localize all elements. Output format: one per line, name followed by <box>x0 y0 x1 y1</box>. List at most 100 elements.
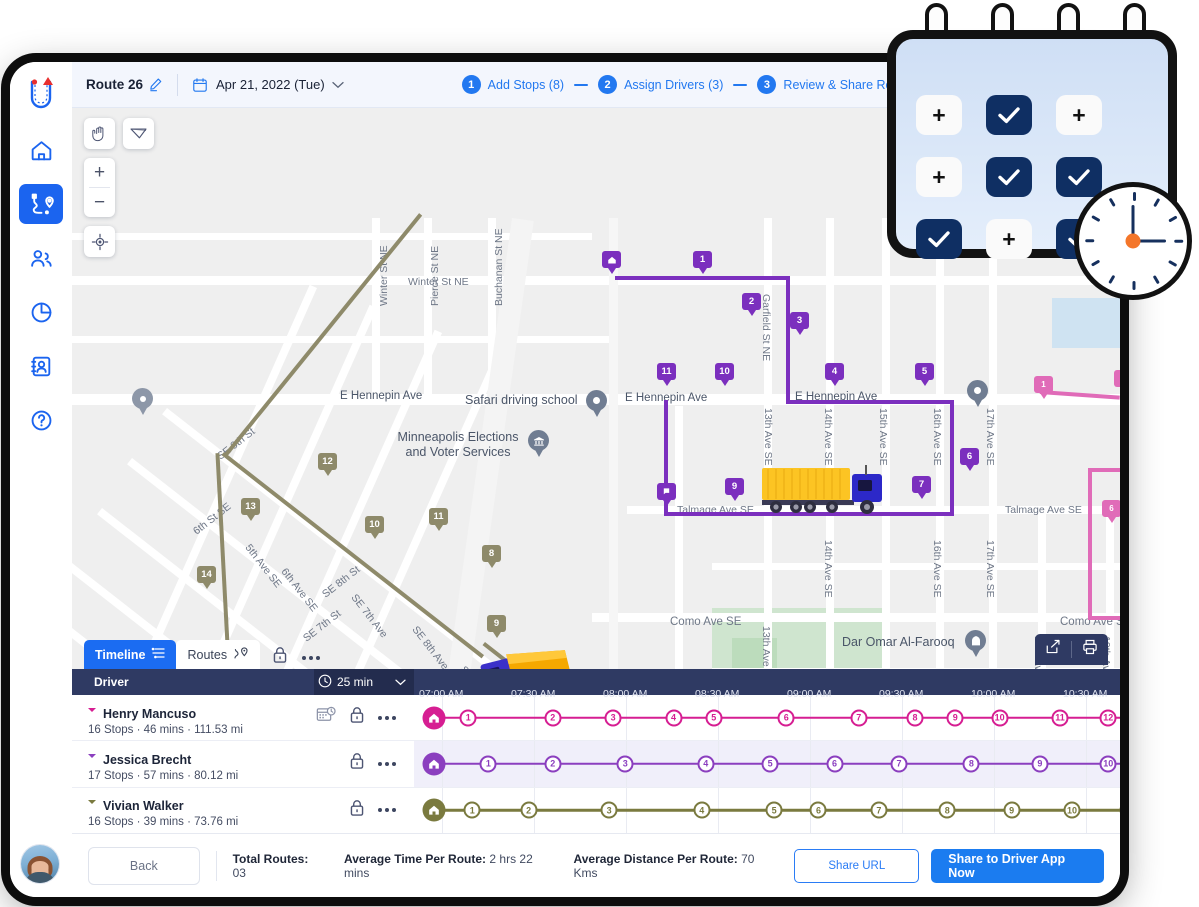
timeline-stop-node[interactable]: 6 <box>777 709 795 727</box>
sidebar-item-team[interactable] <box>19 238 63 278</box>
more-horizontal-icon[interactable] <box>378 808 396 813</box>
panel-lock-icon[interactable] <box>272 646 288 664</box>
locate-me-button[interactable] <box>84 226 115 257</box>
calendar-clock-icon[interactable] <box>316 706 336 730</box>
tab-routes[interactable]: Routes <box>176 640 261 669</box>
poi-safari-driving-school[interactable] <box>586 390 607 417</box>
share-to-driver-app-button[interactable]: Share to Driver App Now <box>931 848 1105 883</box>
zoom-in-button[interactable]: + <box>84 158 115 187</box>
map-marker-pink-1[interactable]: 1 <box>1034 376 1053 399</box>
lasso-select-button[interactable] <box>123 118 154 149</box>
timeline-stop-node[interactable]: 4 <box>697 755 715 773</box>
timeline-stop-node[interactable]: 5 <box>705 709 723 727</box>
timeline-stop-node[interactable]: 5 <box>761 755 779 773</box>
date-selector-label[interactable]: Apr 21, 2022 (Tue) <box>216 77 325 92</box>
sidebar-item-contacts[interactable] <box>19 346 63 386</box>
sidebar-item-home[interactable] <box>19 130 63 170</box>
map-marker-1[interactable]: 1 <box>693 251 712 274</box>
map-marker-14[interactable]: 14 <box>197 566 216 589</box>
share-url-button[interactable]: Share URL <box>794 848 920 883</box>
map-marker-8[interactable]: 8 <box>482 545 501 568</box>
timeline-home-node[interactable] <box>422 706 446 730</box>
map-marker-4[interactable]: 4 <box>825 363 844 386</box>
timeline-stop-node[interactable]: 9 <box>1031 755 1049 773</box>
poi-dar-omar[interactable] <box>965 630 986 657</box>
timeline-home-node[interactable] <box>422 752 446 776</box>
back-button[interactable]: Back <box>88 846 200 885</box>
table-row[interactable]: Henry Mancuso 16 Stops · 46 mins · 111.5… <box>72 695 1120 742</box>
map-marker-pink-2[interactable]: 2 <box>1114 370 1120 393</box>
step-add-stops[interactable]: 1 Add Stops (8) <box>461 75 564 94</box>
timeline-stop-node[interactable]: 9 <box>1003 801 1021 819</box>
table-row[interactable]: Vivian Walker 16 Stops · 39 mins · 73.76… <box>72 787 1120 833</box>
zoom-out-button[interactable]: − <box>84 188 115 217</box>
timeline-stop-node[interactable]: 7 <box>850 709 868 727</box>
pan-tool-button[interactable] <box>84 118 115 149</box>
duration-selector[interactable]: 25 min <box>314 669 414 695</box>
poi-generic[interactable] <box>132 388 153 415</box>
map-marker-11[interactable]: 11 <box>657 363 676 386</box>
tab-timeline[interactable]: Timeline <box>84 640 177 669</box>
timeline-stop-node[interactable]: 2 <box>544 755 562 773</box>
timeline-stop-node[interactable]: 11 <box>1051 709 1069 727</box>
timeline-home-node[interactable] <box>422 798 446 822</box>
map-marker-11[interactable]: 11 <box>429 508 448 531</box>
more-horizontal-icon[interactable] <box>378 715 396 720</box>
calendar-icon[interactable] <box>192 77 208 93</box>
timeline-stop-node[interactable]: 4 <box>693 801 711 819</box>
timeline-stop-node[interactable]: 10 <box>1063 801 1081 819</box>
timeline-track[interactable]: 12345678910111213 <box>414 741 1120 787</box>
map-marker-9[interactable]: 9 <box>487 615 506 638</box>
map-marker-5[interactable]: 5 <box>915 363 934 386</box>
truck-vehicle-olive-route[interactable] <box>472 638 582 669</box>
map-marker-12[interactable]: 12 <box>318 453 337 476</box>
sidebar-item-routes[interactable] <box>19 184 63 224</box>
timeline-stop-node[interactable]: 1 <box>463 801 481 819</box>
poi-generic[interactable] <box>967 380 988 407</box>
chevron-down-icon[interactable] <box>332 76 344 94</box>
timeline-stop-node[interactable]: 2 <box>520 801 538 819</box>
map-marker-13[interactable]: 13 <box>241 498 260 521</box>
print-icon[interactable] <box>1082 639 1098 660</box>
map-marker-7[interactable]: 7 <box>912 476 931 499</box>
timeline-stop-node[interactable]: 8 <box>938 801 956 819</box>
truck-vehicle-purple-route[interactable] <box>762 464 892 521</box>
map-marker-10[interactable]: 10 <box>365 516 384 539</box>
map-marker-9[interactable]: 9 <box>725 478 744 501</box>
timeline-stop-node[interactable]: 8 <box>962 755 980 773</box>
map-marker-6[interactable]: 6 <box>960 448 979 471</box>
sidebar-item-analytics[interactable] <box>19 292 63 332</box>
user-avatar[interactable] <box>21 845 59 883</box>
timeline-track[interactable]: 12345678910111213 <box>414 787 1120 833</box>
timeline-stop-node[interactable]: 12 <box>1099 709 1117 727</box>
timeline-stop-node[interactable]: 10 <box>991 709 1009 727</box>
app-logo-icon[interactable] <box>21 74 61 118</box>
map-marker-10[interactable]: 10 <box>715 363 734 386</box>
map-marker-home[interactable] <box>602 251 621 274</box>
timeline-stop-node[interactable]: 4 <box>665 709 683 727</box>
timeline-track[interactable]: 12345678910111213141516 <box>414 695 1120 741</box>
timeline-stop-node[interactable]: 6 <box>826 755 844 773</box>
timeline-stop-node[interactable]: 3 <box>616 755 634 773</box>
timeline-stop-node[interactable]: 9 <box>946 709 964 727</box>
step-assign-drivers[interactable]: 2 Assign Drivers (3) <box>598 75 723 94</box>
map-marker-3[interactable]: 3 <box>790 312 809 335</box>
more-horizontal-icon[interactable] <box>378 761 396 766</box>
timeline-stop-node[interactable]: 3 <box>600 801 618 819</box>
timeline-stop-node[interactable]: 5 <box>765 801 783 819</box>
share-export-icon[interactable] <box>1045 639 1061 660</box>
poi-mn-elections[interactable] <box>528 430 549 457</box>
timeline-stop-node[interactable]: 8 <box>906 709 924 727</box>
sidebar-item-help[interactable] <box>19 400 63 440</box>
lock-icon[interactable] <box>349 706 365 729</box>
lock-icon[interactable] <box>349 752 365 775</box>
map-marker-stop[interactable] <box>657 483 676 506</box>
timeline-stop-node[interactable]: 2 <box>544 709 562 727</box>
timeline-stop-node[interactable]: 7 <box>870 801 888 819</box>
panel-more-icon[interactable] <box>302 656 321 660</box>
timeline-stop-node[interactable]: 3 <box>604 709 622 727</box>
pencil-icon[interactable] <box>148 77 163 92</box>
timeline-stop-node[interactable]: 1 <box>459 709 477 727</box>
timeline-stop-node[interactable]: 6 <box>809 801 827 819</box>
table-row[interactable]: Jessica Brecht 17 Stops · 57 mins · 80.1… <box>72 741 1120 788</box>
